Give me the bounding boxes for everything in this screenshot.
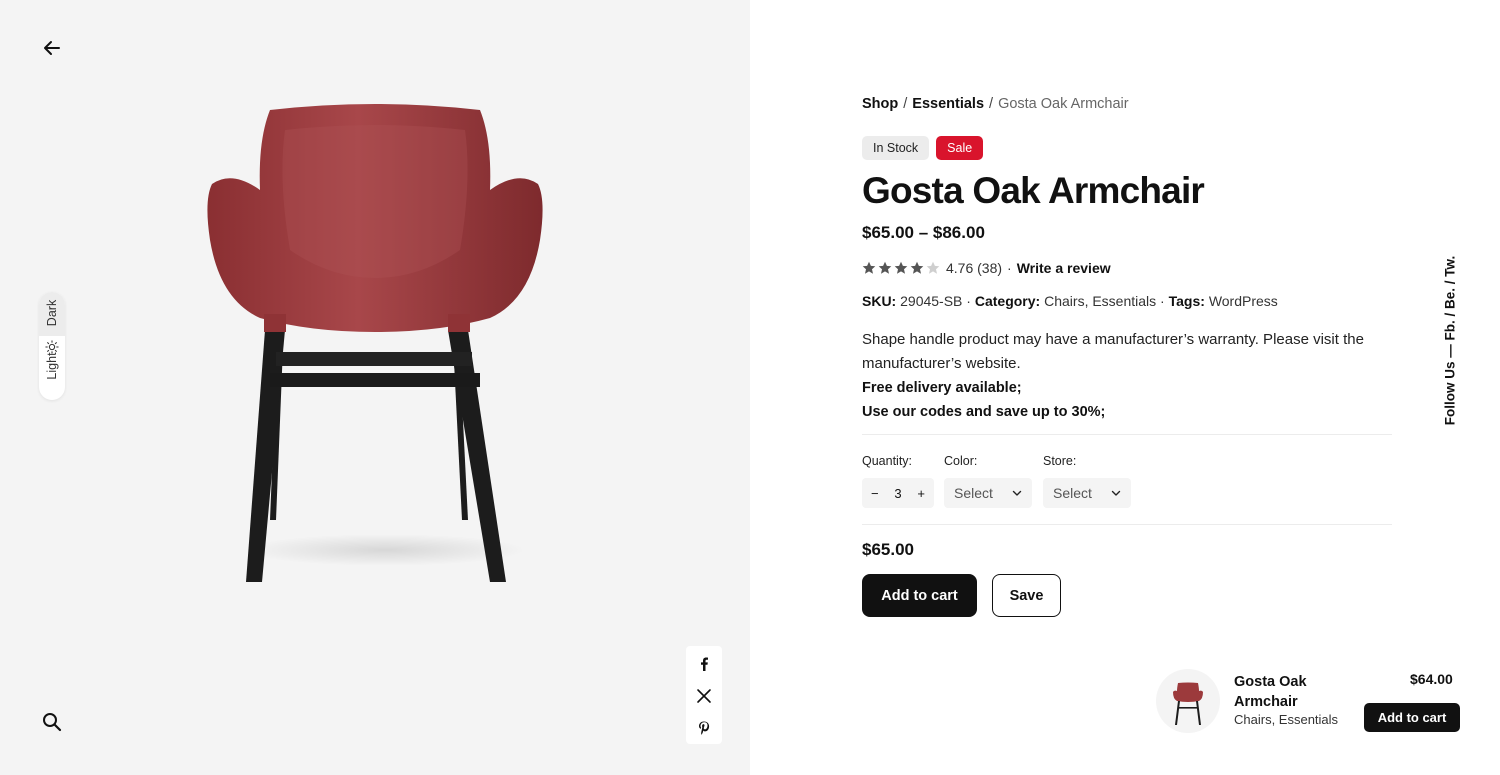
quantity-label: Quantity: (862, 454, 913, 468)
back-button[interactable] (40, 36, 64, 60)
stock-badge: In Stock (862, 136, 930, 160)
product-title: Gosta Oak Armchair (862, 170, 1205, 211)
breadcrumb-separator: / (989, 96, 994, 112)
tags-value[interactable]: WordPress (1209, 293, 1278, 309)
theme-toggle[interactable]: Dark Light (39, 292, 65, 400)
description-text: Shape handle product may have a manufact… (862, 331, 1364, 372)
search-button[interactable] (40, 710, 64, 734)
sticky-cart-bar: Gosta Oak Armchair Chairs, Essentials $6… (1150, 664, 1470, 746)
product-meta: SKU: 29045-SB · Category: Chairs, Essent… (862, 293, 1278, 309)
x-twitter-icon[interactable] (696, 688, 712, 704)
divider (862, 524, 1392, 525)
chevron-down-icon (1012, 490, 1022, 496)
chevron-down-icon (1111, 490, 1121, 496)
quantity-decrease-button[interactable]: − (871, 486, 879, 501)
quantity-stepper[interactable]: − 3 + (862, 478, 934, 508)
add-to-cart-button[interactable]: Add to cart (862, 574, 977, 617)
codes-note: Use our codes and save up to 30%; (862, 404, 1106, 420)
store-select-value: Select (1053, 485, 1092, 501)
sticky-product-price: $64.00 (1410, 671, 1453, 687)
color-select[interactable]: Select (944, 478, 1032, 508)
store-select[interactable]: Select (1043, 478, 1131, 508)
save-button[interactable]: Save (992, 574, 1061, 617)
sticky-add-to-cart-button[interactable]: Add to cart (1364, 703, 1460, 732)
current-price: $65.00 (862, 540, 914, 559)
product-gallery: Dark Light (0, 0, 750, 775)
delivery-note: Free delivery available; (862, 380, 1022, 396)
tags-label: Tags: (1168, 293, 1205, 309)
theme-light-label: Light (45, 352, 59, 380)
sku-label: SKU: (862, 293, 897, 309)
search-icon (43, 713, 62, 732)
arrow-left-icon (44, 41, 60, 55)
category-value[interactable]: Chairs, Essentials (1044, 293, 1156, 309)
facebook-icon[interactable] (696, 656, 712, 672)
price-range: $65.00 – $86.00 (862, 223, 985, 242)
store-label: Store: (1043, 454, 1077, 468)
theme-dark-label: Dark (45, 299, 59, 327)
pinterest-icon[interactable] (696, 720, 712, 736)
breadcrumb-current: Gosta Oak Armchair (998, 96, 1129, 112)
rating-dot: · (1007, 260, 1012, 276)
star-filled-icon (862, 261, 876, 274)
star-filled-icon (910, 261, 924, 274)
rating-stars (862, 261, 940, 275)
follow-us-links[interactable]: Follow Us — Fb. / Be. / Tw. (1443, 243, 1458, 439)
sticky-product-categories: Chairs, Essentials (1234, 712, 1339, 727)
star-empty-icon (926, 261, 940, 274)
divider (862, 434, 1392, 435)
rating-score: 4.76 (38) (946, 260, 1003, 276)
breadcrumb-essentials[interactable]: Essentials (912, 96, 984, 112)
sku-value: 29045-SB (900, 293, 963, 309)
quantity-increase-button[interactable]: + (917, 486, 925, 501)
star-filled-icon (894, 261, 908, 274)
badges: In Stock Sale (862, 136, 984, 160)
share-bar (686, 646, 722, 744)
category-label: Category: (974, 293, 1041, 309)
sticky-product-title: Gosta Oak Armchair (1234, 674, 1307, 710)
sale-badge: Sale (936, 136, 984, 160)
product-thumbnail-chair (1173, 682, 1203, 725)
breadcrumb-separator: / (903, 96, 908, 112)
quantity-value[interactable]: 3 (894, 486, 901, 501)
write-review-link[interactable]: Write a review (1017, 260, 1111, 276)
product-description: Shape handle product may have a manufact… (862, 328, 1372, 424)
product-image-chair (207, 104, 543, 582)
breadcrumb-shop[interactable]: Shop (862, 96, 898, 112)
sticky-product-thumbnail (1156, 669, 1220, 733)
rating: 4.76 (38) · Write a review (862, 260, 1111, 276)
breadcrumb: Shop / Essentials / Gosta Oak Armchair (862, 96, 1129, 112)
color-select-value: Select (954, 485, 993, 501)
color-label: Color: (944, 454, 978, 468)
star-filled-icon (878, 261, 892, 274)
